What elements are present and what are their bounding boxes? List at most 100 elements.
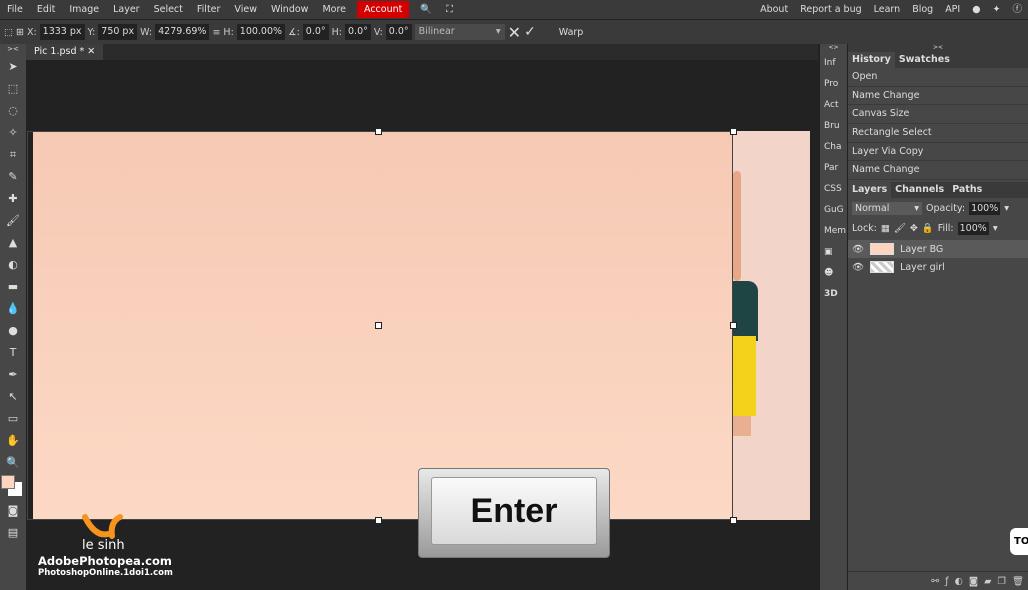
lock-pixels-icon[interactable]: 🖌 [894,223,906,234]
menu-image[interactable]: Image [62,1,106,18]
panel-css[interactable]: CSS [820,179,847,200]
collapse-icon[interactable]: >< [848,44,1028,52]
panel-character[interactable]: Cha [820,137,847,158]
effects-icon[interactable]: ƒ [945,576,948,587]
transform-handle[interactable] [375,322,382,329]
cancel-icon[interactable]: ✕ [508,23,521,42]
opacity-field[interactable]: 100% [969,202,1001,216]
transform-handle[interactable] [730,128,737,135]
folder-icon[interactable]: ▰ [984,576,991,587]
magic-wand-icon[interactable]: ✧ [0,122,26,144]
link-layers-icon[interactable]: ⚯ [931,576,939,587]
panel-brush[interactable]: Bru [820,116,847,137]
3d-icon[interactable]: 3D [820,284,847,305]
account-button[interactable]: Account [357,1,410,18]
menu-layer[interactable]: Layer [106,1,147,18]
hand-tool-icon[interactable]: ✋ [0,430,26,452]
quick-mask-icon[interactable]: ◙ [0,500,26,522]
height-field[interactable]: 100.00% [236,24,286,40]
move-tool-icon[interactable]: ➤ [0,56,26,78]
eyedropper-icon[interactable]: ✎ [0,166,26,188]
history-item[interactable]: Name Change [848,161,1028,181]
foreground-color[interactable] [1,475,15,489]
layer-row[interactable]: 👁 Layer BG [848,240,1028,259]
path-select-icon[interactable]: ↖ [0,386,26,408]
tab-history[interactable]: History [848,52,895,68]
panel-gug[interactable]: GuG [820,200,847,221]
link-report-bug[interactable]: Report a bug [794,1,867,18]
panel-paragraph[interactable]: Par [820,158,847,179]
expand-icon[interactable]: <> [820,44,847,53]
tab-swatches[interactable]: Swatches [895,52,954,68]
y-field[interactable]: 750 px [98,24,138,40]
blur-icon[interactable]: 💧 [0,298,26,320]
lock-position-icon[interactable]: ✥ [910,223,918,234]
blend-mode-select[interactable]: Normal ▾ [852,202,922,216]
brush-icon[interactable]: 🖌 [0,210,26,232]
tab-layers[interactable]: Layers [848,182,892,199]
stamp-icon[interactable]: ▲ [0,232,26,254]
panel-info[interactable]: Inf [820,53,847,74]
warp-button[interactable]: Warp [559,27,584,38]
history-item[interactable]: Canvas Size [848,105,1028,125]
menu-select[interactable]: Select [147,1,190,18]
reddit-icon[interactable]: ● [966,1,986,18]
twitter-icon[interactable]: ✦ [987,1,1007,18]
history-item[interactable]: Rectangle Select [848,124,1028,143]
x-field[interactable]: 1333 px [39,24,85,40]
lock-transparency-icon[interactable]: ▦ [881,223,890,234]
transform-handle[interactable] [730,517,737,524]
vskew-field[interactable]: 0.0° [385,24,412,40]
link-blog[interactable]: Blog [906,1,939,18]
interpolation-select[interactable]: Bilinear ▾ [414,24,505,40]
link-learn[interactable]: Learn [868,1,907,18]
new-layer-icon[interactable]: ❐ [997,576,1006,587]
screen-mode-icon[interactable]: ▤ [0,522,26,544]
close-icon[interactable]: ✕ [87,46,95,57]
collapse-icon[interactable]: >< [0,44,26,56]
menu-more[interactable]: More [315,1,353,18]
link-api[interactable]: API [939,1,966,18]
gradient-icon[interactable]: ▬ [0,276,26,298]
eye-icon[interactable]: 👁 [852,244,864,255]
menu-file[interactable]: File [0,1,30,18]
history-item[interactable]: Open [848,68,1028,87]
history-item[interactable]: Layer Via Copy [848,143,1028,162]
reference-point-icon[interactable]: ⊞ [16,27,24,38]
panel-memory[interactable]: Mem [820,221,847,242]
fullscreen-icon[interactable]: ⛶ [439,1,460,18]
layer-row[interactable]: 👁 Layer girl [848,258,1028,276]
width-field[interactable]: 4279.69% [155,24,210,40]
menu-edit[interactable]: Edit [30,1,62,18]
menu-window[interactable]: Window [264,1,315,18]
shape-tool-icon[interactable]: ▭ [0,408,26,430]
healing-icon[interactable]: ✚ [0,188,26,210]
crop-tool-icon[interactable]: ⌗ [0,144,26,166]
confirm-icon[interactable]: ✓ [524,24,536,40]
dodge-icon[interactable]: ● [0,320,26,342]
fill-field[interactable]: 100% [957,222,989,236]
transform-handle[interactable] [730,322,737,329]
lasso-tool-icon[interactable]: ◌ [0,100,26,122]
marquee-tool-icon[interactable]: ⬚ [0,78,26,100]
chevron-down-icon[interactable]: ▾ [993,223,998,234]
adjustment-icon[interactable]: ◐ [955,576,963,587]
facebook-icon[interactable]: ⓕ [1006,1,1028,18]
zoom-tool-icon[interactable]: 🔍 [0,452,26,474]
chevron-down-icon[interactable]: ▾ [1004,203,1009,214]
menu-filter[interactable]: Filter [190,1,228,18]
lock-all-icon[interactable]: 🔒 [922,223,934,234]
pen-tool-icon[interactable]: ✒ [0,364,26,386]
angle-field[interactable]: 0.0° [302,24,329,40]
search-icon[interactable]: 🔍 [413,1,439,18]
tab-paths[interactable]: Paths [948,182,986,198]
transform-handle[interactable] [375,517,382,524]
eye-icon[interactable]: 👁 [852,262,864,273]
link-icon[interactable]: ≡ [212,27,220,38]
history-item[interactable]: Name Change [848,87,1028,106]
transform-handle[interactable] [375,128,382,135]
panel-properties[interactable]: Pro [820,74,847,95]
to-top-button[interactable]: TO [1010,528,1028,555]
type-tool-icon[interactable]: T [0,342,26,364]
link-about[interactable]: About [754,1,794,18]
